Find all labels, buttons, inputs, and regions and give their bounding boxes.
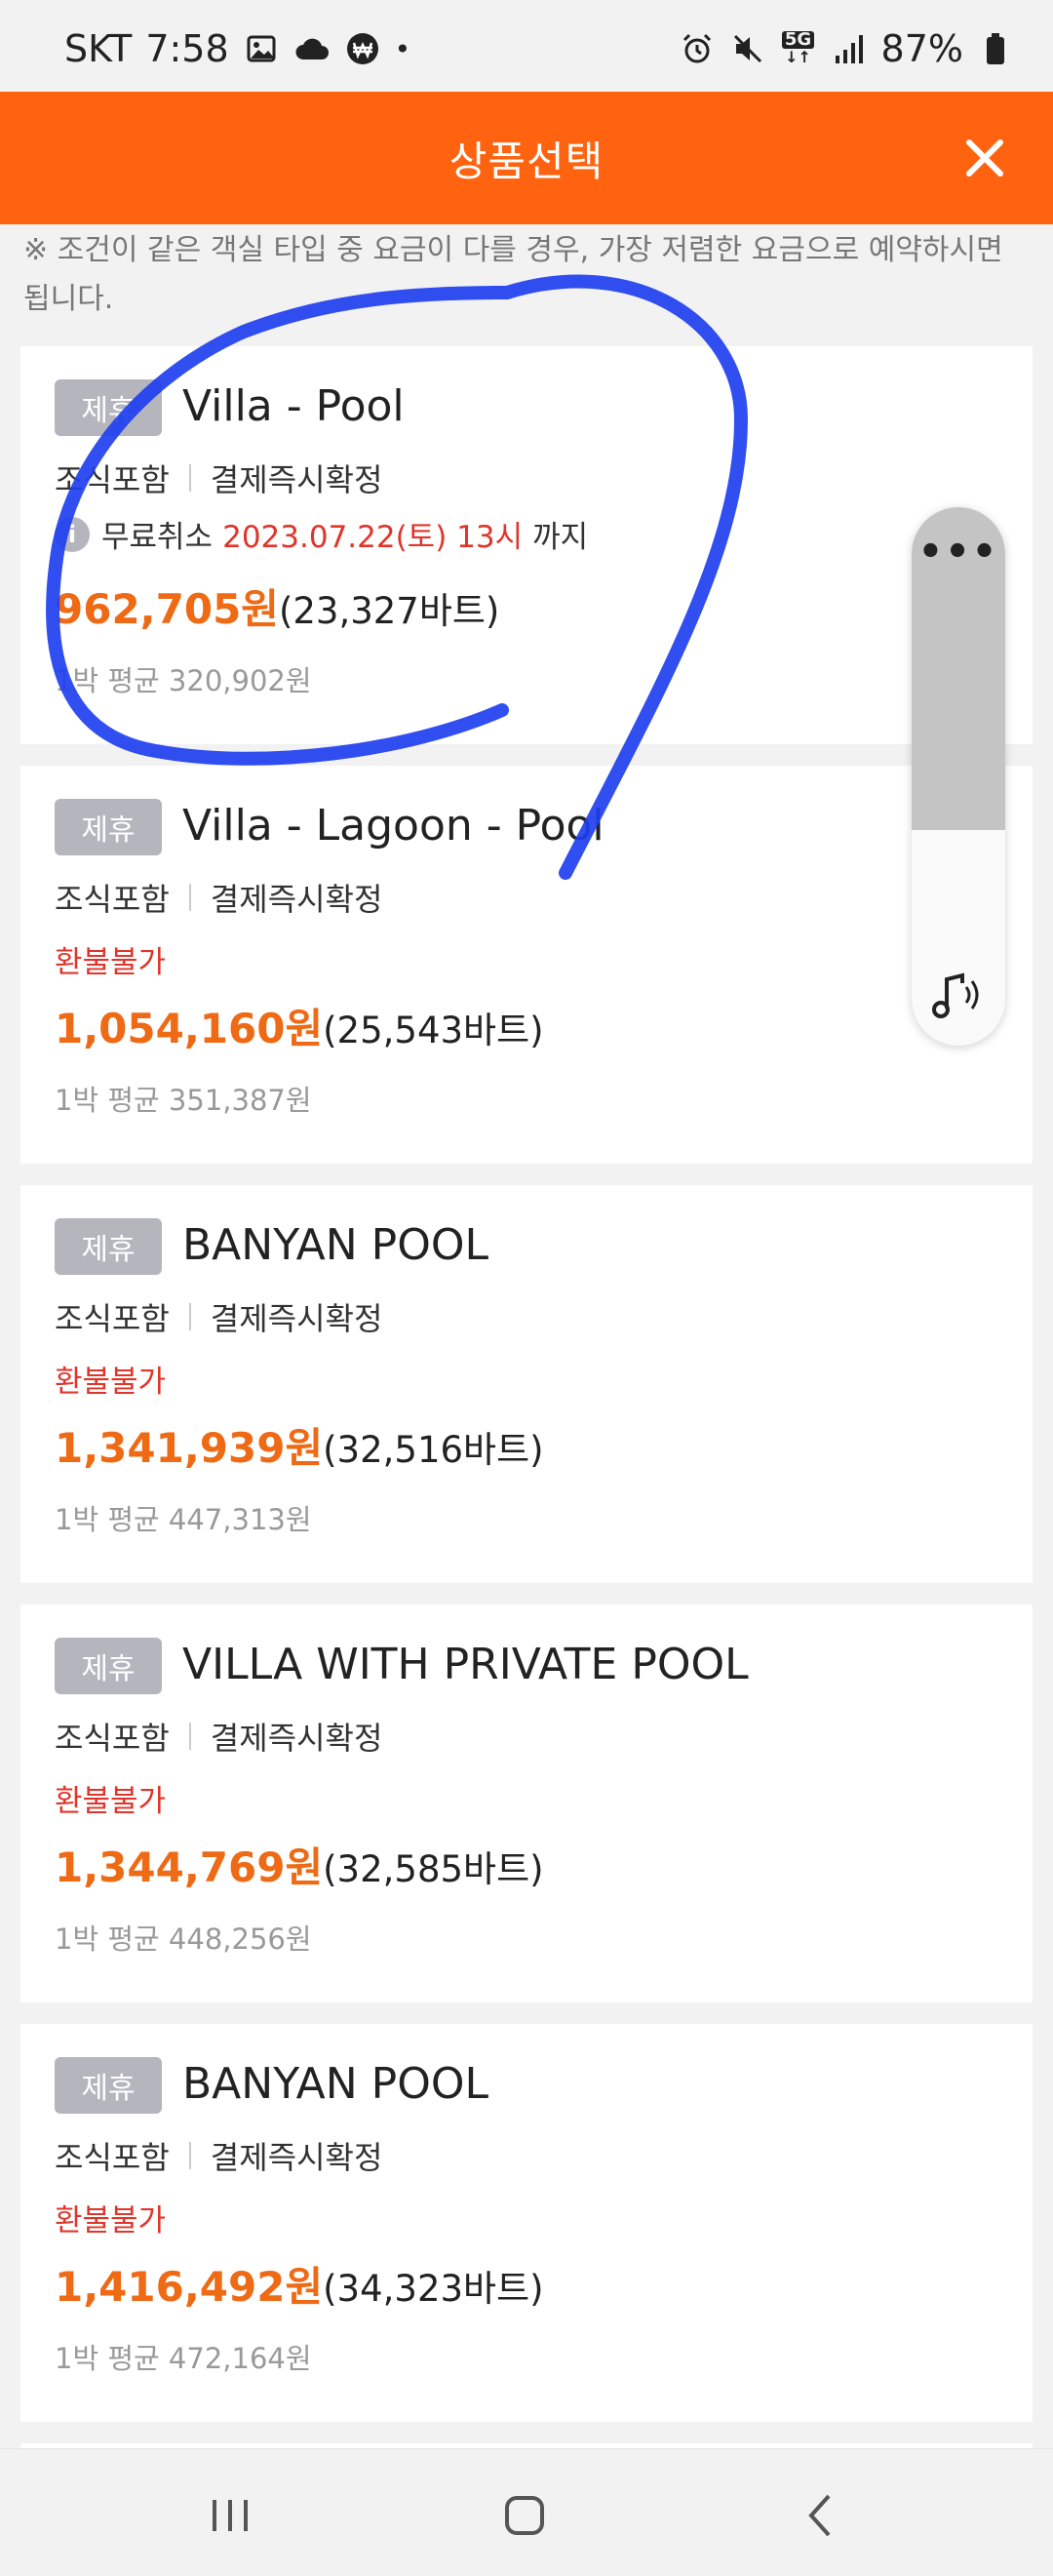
tag-divider	[188, 2142, 191, 2169]
payment-tag: 결제즉시확정	[210, 2139, 383, 2176]
alarm-icon	[679, 30, 716, 67]
price-row: 1,341,939원 (32,516바트)	[55, 1415, 544, 1475]
nightly-average: 1박 평균 447,313원	[55, 1503, 312, 1536]
tag-divider	[188, 464, 191, 492]
room-name: BANYAN POOL	[182, 2059, 488, 2109]
home-icon[interactable]	[495, 2486, 554, 2545]
payment-tag: 결제즉시확정	[210, 1720, 383, 1757]
battery-icon	[977, 30, 1014, 67]
free-cancel-info: i 무료취소 2023.07.22(토) 13시 까지	[55, 512, 588, 556]
room-name: Villa - Lagoon - Pool	[182, 801, 604, 851]
tag-divider	[188, 884, 191, 911]
partner-badge: 제휴	[55, 799, 162, 855]
price: 962,705원	[55, 585, 279, 633]
non-refundable-label: 환불불가	[55, 1784, 167, 1819]
price-row: 1,344,769원 (32,585바트)	[55, 1835, 544, 1894]
page-title: 상품선택	[448, 137, 604, 185]
free-cancel-date: 2023.07.22(토) 13시	[222, 520, 524, 555]
tag-divider	[188, 1303, 191, 1330]
room-tags: 조식포함 결제즉시확정	[55, 1714, 382, 1759]
status-bar: SKT 7:58 • 5G ↓↑ 87%	[0, 0, 1053, 92]
breakfast-tag: 조식포함	[55, 881, 170, 918]
status-left: SKT 7:58 •	[64, 27, 410, 70]
clock: 7:58	[145, 27, 229, 70]
room-card[interactable]: 제휴 VILLA WITH PRIVATE POOL 조식포함 결제즉시확정 환…	[20, 1605, 1033, 2002]
signal-icon	[831, 30, 868, 67]
payment-tag: 결제즉시확정	[210, 1300, 383, 1337]
price-local: (32,516바트)	[323, 1429, 544, 1471]
payment-tag: 결제즉시확정	[210, 461, 383, 498]
room-tags: 조식포함 결제즉시확정	[55, 2133, 382, 2178]
room-tags: 조식포함 결제즉시확정	[55, 1294, 382, 1339]
room-name: BANYAN POOL	[182, 1220, 488, 1270]
non-refundable-label: 환불불가	[55, 945, 167, 980]
room-name: VILLA WITH PRIVATE POOL	[182, 1640, 749, 1689]
price: 1,344,769원	[55, 1843, 324, 1891]
price: 1,416,492원	[55, 2263, 324, 2311]
price-row: 1,416,492원 (34,323바트)	[55, 2254, 544, 2314]
nightly-average: 1박 평균 472,164원	[55, 2342, 312, 2375]
status-right: 5G ↓↑ 87%	[679, 27, 1014, 70]
network-label: 5G	[781, 31, 815, 49]
room-name: Villa - Pool	[182, 381, 405, 431]
back-icon[interactable]	[792, 2486, 850, 2545]
nightly-average: 1박 평균 320,902원	[55, 664, 312, 697]
room-card[interactable]: 제휴 Villa - Pool 조식포함 결제즉시확정 i 무료취소 2023.…	[20, 346, 1033, 744]
mute-icon	[729, 30, 766, 67]
price-local: (32,585바트)	[323, 1848, 544, 1890]
breakfast-tag: 조식포함	[55, 461, 170, 498]
room-card[interactable]: 제휴 BANYAN POOL 조식포함 결제즉시확정 환불불가 1,416,49…	[20, 2024, 1033, 2422]
non-refundable-label: 환불불가	[55, 2203, 167, 2239]
price-local: (34,323바트)	[323, 2268, 544, 2310]
won-icon	[344, 30, 381, 67]
volume-panel[interactable]: •••	[912, 507, 1005, 1046]
price-local: (25,543바트)	[323, 1010, 544, 1051]
price: 1,341,939원	[55, 1424, 324, 1472]
info-icon: i	[55, 516, 90, 552]
recent-apps-icon[interactable]	[201, 2486, 259, 2545]
nightly-average: 1박 평균 351,387원	[55, 1084, 312, 1117]
partner-badge: 제휴	[55, 379, 162, 436]
free-cancel-until: 까지	[532, 520, 589, 555]
room-card[interactable]: 제휴 BANYAN POOL 조식포함 결제즉시확정 환불불가 1,341,93…	[20, 1185, 1033, 1583]
close-icon[interactable]	[957, 131, 1012, 185]
header-bar: 상품선택	[0, 92, 1053, 224]
price: 1,054,160원	[55, 1005, 324, 1052]
cloud-icon	[293, 30, 331, 67]
room-tags: 조식포함 결제즉시확정	[55, 456, 382, 500]
partner-badge: 제휴	[55, 2057, 162, 2114]
free-cancel-label: 무료취소	[101, 520, 214, 555]
room-card[interactable]: 제휴 Villa - Lagoon - Pool 조식포함 결제즉시확정 환불불…	[20, 766, 1033, 1164]
nightly-average: 1박 평균 448,256원	[55, 1922, 312, 1956]
more-options-icon[interactable]: •••	[912, 533, 1005, 572]
dot-indicator: •	[394, 32, 411, 65]
gallery-icon	[243, 30, 280, 67]
payment-tag: 결제즉시확정	[210, 881, 383, 918]
battery-percent: 87%	[880, 27, 963, 70]
room-tags: 조식포함 결제즉시확정	[55, 875, 382, 920]
media-volume-icon[interactable]	[929, 966, 988, 1024]
network-5g-icon: 5G ↓↑	[780, 30, 817, 67]
tag-divider	[188, 1723, 191, 1750]
breakfast-tag: 조식포함	[55, 2139, 170, 2176]
breakfast-tag: 조식포함	[55, 1300, 170, 1337]
system-nav-bar	[0, 2448, 1053, 2576]
partner-badge: 제휴	[55, 1218, 162, 1275]
notice-text: ※ 조건이 같은 객실 타입 중 요금이 다를 경우, 가장 저렴한 요금으로 …	[23, 233, 1003, 316]
carrier-label: SKT	[64, 27, 133, 70]
non-refundable-label: 환불불가	[55, 1365, 167, 1400]
price-row: 962,705원 (23,327바트)	[55, 576, 499, 636]
price-row: 1,054,160원 (25,543바트)	[55, 996, 544, 1055]
partner-badge: 제휴	[55, 1638, 162, 1694]
breakfast-tag: 조식포함	[55, 1720, 170, 1757]
price-local: (23,327바트)	[278, 590, 500, 632]
